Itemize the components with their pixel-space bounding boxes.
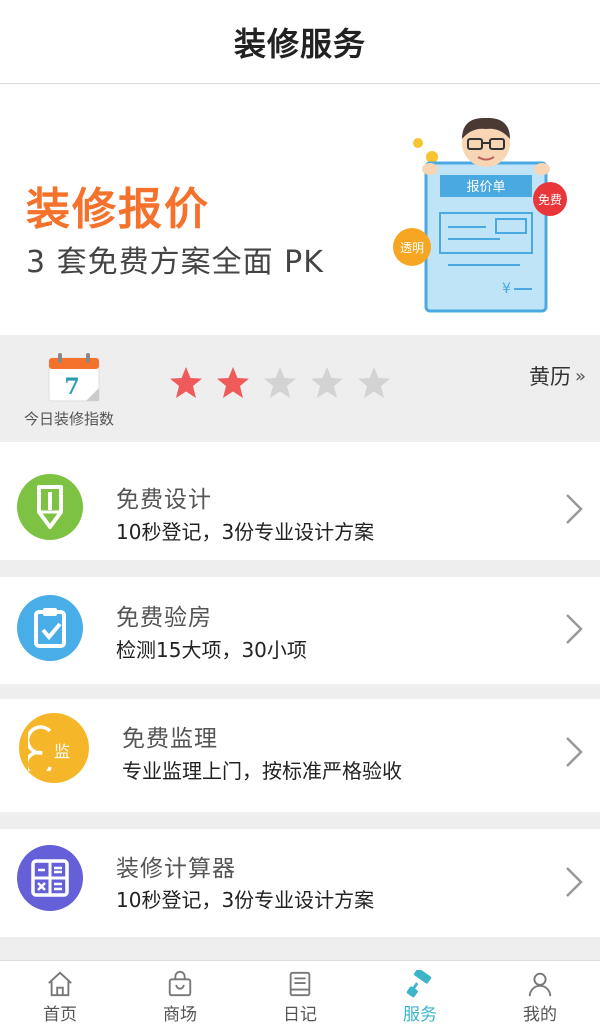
index-label: 今日装修指数 <box>24 410 115 428</box>
user-icon <box>528 972 552 997</box>
tab-service[interactable]: 服务 <box>360 961 480 1025</box>
page-title: 装修服务 <box>233 24 366 63</box>
bottom-tab-bar: 首页 商场 日记 服务 我的 <box>0 960 600 1025</box>
service-desc: 10秒登记，3份专业设计方案 <box>116 888 375 912</box>
tab-label: 服务 <box>403 1005 437 1025</box>
calendar-icon: 7 <box>48 353 100 402</box>
chevron-right-icon <box>566 867 583 897</box>
chevron-right-icon <box>566 614 583 644</box>
quote-sheet-illustration: 报价单 ¥ 免费 透明 <box>393 117 567 313</box>
divider <box>0 937 600 960</box>
home-icon <box>48 971 72 997</box>
banner-subtitle: 3 套免费方案全面 PK <box>26 245 324 280</box>
divider <box>0 812 600 829</box>
service-item-free-inspection[interactable]: 免费验房 检测15大项，30小项 <box>0 577 600 684</box>
tab-mall[interactable]: 商场 <box>120 961 240 1025</box>
almanac-label: 黄历 <box>528 365 571 389</box>
service-desc: 检测15大项，30小项 <box>116 638 307 662</box>
divider <box>0 684 600 699</box>
service-item-free-supervision[interactable]: 监 免费监理 专业监理上门，按标准严格验收 <box>0 699 600 812</box>
service-item-calculator[interactable]: 装修计算器 10秒登记，3份专业设计方案 <box>0 829 600 937</box>
tab-mine[interactable]: 我的 <box>480 961 600 1025</box>
service-desc: 10秒登记，3份专业设计方案 <box>116 520 375 544</box>
star-empty-icon <box>264 367 296 398</box>
star-empty-icon <box>358 367 390 398</box>
pen-icon <box>17 474 83 540</box>
supervisor-icon: 监 <box>19 713 89 783</box>
roller-icon <box>406 970 432 998</box>
tab-home[interactable]: 首页 <box>0 961 120 1025</box>
service-name: 装修计算器 <box>116 856 236 882</box>
svg-text:监: 监 <box>54 742 70 761</box>
decoration-index-bar: 7 今日装修指数 黄历 » <box>0 335 600 442</box>
free-badge: 免费 <box>538 192 562 207</box>
chevron-right-icon <box>566 494 583 524</box>
app-header: 装修服务 <box>0 0 600 84</box>
double-chevron-right-icon: » <box>574 365 586 387</box>
tab-label: 日记 <box>283 1005 317 1025</box>
svg-text:¥: ¥ <box>502 281 511 297</box>
star-filled-icon <box>217 367 249 398</box>
tab-label: 我的 <box>523 1005 557 1025</box>
service-name: 免费验房 <box>116 605 212 631</box>
tab-label: 商场 <box>163 1005 197 1025</box>
transparent-badge: 透明 <box>400 241 424 255</box>
star-empty-icon <box>311 367 343 398</box>
calendar-day: 7 <box>64 374 79 400</box>
diary-icon <box>289 971 311 997</box>
calculator-icon <box>17 845 83 911</box>
service-name: 免费设计 <box>116 487 212 513</box>
shopping-bag-icon <box>168 971 192 997</box>
almanac-link[interactable]: 黄历 » <box>529 361 586 391</box>
chevron-right-icon <box>566 737 583 767</box>
quote-banner[interactable]: 装修报价 3 套免费方案全面 PK 报价单 ¥ 免费 透明 <box>0 85 600 335</box>
star-filled-icon <box>170 367 202 398</box>
tab-diary[interactable]: 日记 <box>240 961 360 1025</box>
tab-label: 首页 <box>43 1005 77 1025</box>
service-name: 免费监理 <box>122 726 218 752</box>
divider <box>0 560 600 577</box>
service-item-free-design[interactable]: 免费设计 10秒登记，3份专业设计方案 <box>0 442 600 560</box>
service-desc: 专业监理上门，按标准严格验收 <box>122 759 402 783</box>
rating-stars <box>168 365 392 401</box>
banner-title: 装修报价 <box>26 184 210 235</box>
sheet-title: 报价单 <box>466 180 505 195</box>
clipboard-check-icon <box>17 595 83 661</box>
